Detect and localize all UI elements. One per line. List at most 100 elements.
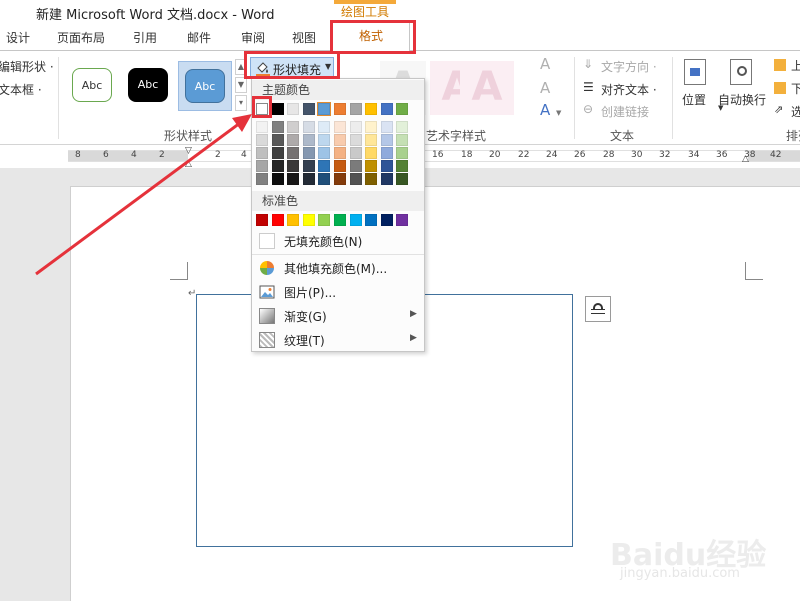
text-direction-button[interactable]: 文字方向 · — [601, 58, 657, 75]
theme-shade-swatch[interactable] — [271, 147, 284, 159]
theme-shade-swatch[interactable] — [287, 147, 300, 159]
theme-shade-swatch[interactable] — [349, 134, 362, 146]
theme-color-swatch[interactable] — [396, 103, 409, 115]
right-indent-marker-icon[interactable]: △ — [742, 154, 749, 164]
theme-shade-swatch[interactable] — [334, 121, 346, 133]
tab-review[interactable]: 审阅 — [241, 29, 265, 46]
align-text-button[interactable]: 对齐文本 · — [601, 81, 657, 98]
styles-scroll-down-icon[interactable]: ▼ — [235, 77, 247, 93]
theme-shade-swatch[interactable] — [365, 134, 378, 146]
standard-color-swatch[interactable] — [365, 214, 378, 226]
theme-shade-swatch[interactable] — [271, 160, 284, 172]
theme-shade-swatch[interactable] — [302, 121, 315, 133]
more-fill-colors-option[interactable]: 其他填充颜色(M)... — [252, 256, 424, 280]
theme-shade-swatch[interactable] — [318, 160, 331, 172]
theme-shade-swatch[interactable] — [271, 173, 284, 185]
shape-style-preset-blue[interactable]: Abc — [178, 61, 232, 111]
tab-design[interactable]: 设计 — [6, 29, 30, 46]
theme-color-swatch[interactable] — [302, 103, 315, 115]
theme-shade-swatch[interactable] — [302, 160, 315, 172]
theme-shade-swatch[interactable] — [396, 121, 409, 133]
theme-shade-swatch[interactable] — [302, 173, 315, 185]
indent-marker-icon[interactable]: ▽ — [185, 146, 192, 156]
theme-shade-swatch[interactable] — [334, 147, 346, 159]
layout-options-icon[interactable] — [585, 296, 611, 322]
picture-fill-option[interactable]: 图片(P)... — [252, 280, 424, 304]
theme-color-swatch[interactable] — [365, 103, 378, 115]
text-box-button[interactable]: 文本框 · — [0, 81, 42, 98]
standard-color-swatch[interactable] — [302, 214, 315, 226]
theme-shade-swatch[interactable] — [256, 160, 268, 172]
theme-color-swatch[interactable] — [380, 103, 393, 115]
theme-shade-swatch[interactable] — [287, 160, 300, 172]
create-link-button[interactable]: 创建链接 — [601, 103, 649, 120]
theme-shade-swatch[interactable] — [256, 173, 268, 185]
theme-shade-swatch[interactable] — [302, 134, 315, 146]
tab-view[interactable]: 视图 — [292, 29, 316, 46]
position-button[interactable]: 位置 — [682, 91, 706, 108]
text-effects-icon[interactable]: A — [540, 101, 550, 119]
standard-color-swatch[interactable] — [349, 214, 362, 226]
text-fill-icon[interactable]: A — [540, 55, 550, 73]
tab-mailings[interactable]: 邮件 — [187, 29, 211, 46]
theme-shade-swatch[interactable] — [318, 173, 331, 185]
selection-pane-button[interactable]: 选 — [791, 103, 800, 120]
theme-shade-swatch[interactable] — [365, 121, 378, 133]
theme-shade-swatch[interactable] — [287, 173, 300, 185]
theme-shade-swatch[interactable] — [318, 147, 331, 159]
theme-shade-swatch[interactable] — [256, 147, 268, 159]
gradient-fill-option[interactable]: 渐变(G) ▶ — [252, 304, 424, 328]
theme-shade-swatch[interactable] — [256, 121, 268, 133]
theme-shade-swatch[interactable] — [334, 160, 346, 172]
theme-shade-swatch[interactable] — [256, 134, 268, 146]
theme-color-swatch[interactable] — [271, 103, 284, 115]
standard-color-swatch[interactable] — [256, 214, 268, 226]
theme-shade-swatch[interactable] — [396, 147, 409, 159]
theme-shade-swatch[interactable] — [287, 134, 300, 146]
theme-shade-swatch[interactable] — [380, 134, 393, 146]
wrap-text-button[interactable]: 自动换行 — [718, 91, 766, 108]
theme-shade-swatch[interactable] — [380, 160, 393, 172]
theme-shade-swatch[interactable] — [318, 121, 331, 133]
standard-color-swatch[interactable] — [380, 214, 393, 226]
shape-style-preset-black[interactable]: Abc — [122, 61, 176, 111]
theme-shade-swatch[interactable] — [396, 160, 409, 172]
theme-shade-swatch[interactable] — [287, 121, 300, 133]
theme-shade-swatch[interactable] — [318, 134, 331, 146]
theme-shade-swatch[interactable] — [349, 160, 362, 172]
theme-shade-swatch[interactable] — [365, 173, 378, 185]
theme-shade-swatch[interactable] — [365, 160, 378, 172]
tab-references[interactable]: 引用 — [133, 29, 157, 46]
standard-color-swatch[interactable] — [287, 214, 300, 226]
standard-color-swatch[interactable] — [271, 214, 284, 226]
theme-color-swatch[interactable] — [287, 103, 300, 115]
theme-shade-swatch[interactable] — [334, 173, 346, 185]
theme-shade-swatch[interactable] — [396, 134, 409, 146]
theme-color-swatch[interactable] — [334, 103, 346, 115]
theme-shade-swatch[interactable] — [380, 173, 393, 185]
no-fill-option[interactable]: 无填充颜色(N) — [252, 229, 424, 253]
theme-shade-swatch[interactable] — [334, 134, 346, 146]
tab-page-layout[interactable]: 页面布局 — [57, 29, 105, 46]
standard-color-swatch[interactable] — [396, 214, 409, 226]
theme-shade-swatch[interactable] — [271, 121, 284, 133]
edit-shape-button[interactable]: 编辑形状 · — [0, 58, 54, 75]
theme-shade-swatch[interactable] — [380, 121, 393, 133]
theme-shade-swatch[interactable] — [365, 147, 378, 159]
theme-shade-swatch[interactable] — [271, 134, 284, 146]
styles-more-icon[interactable]: ▾ — [235, 95, 247, 111]
theme-shade-swatch[interactable] — [349, 121, 362, 133]
theme-shade-swatch[interactable] — [349, 147, 362, 159]
standard-color-swatch[interactable] — [334, 214, 346, 226]
wordart-preset-3[interactable]: A — [460, 61, 514, 115]
theme-color-swatch[interactable] — [317, 102, 332, 116]
shape-style-preset-outline[interactable]: Abc — [66, 61, 120, 111]
standard-color-swatch[interactable] — [318, 214, 331, 226]
theme-shade-swatch[interactable] — [302, 147, 315, 159]
text-outline-icon[interactable]: A — [540, 79, 550, 97]
theme-shade-swatch[interactable] — [349, 173, 362, 185]
theme-shade-swatch[interactable] — [380, 147, 393, 159]
theme-shade-swatch[interactable] — [396, 173, 409, 185]
theme-color-swatch[interactable] — [349, 103, 362, 115]
bring-forward-button[interactable]: 上 — [791, 57, 800, 74]
